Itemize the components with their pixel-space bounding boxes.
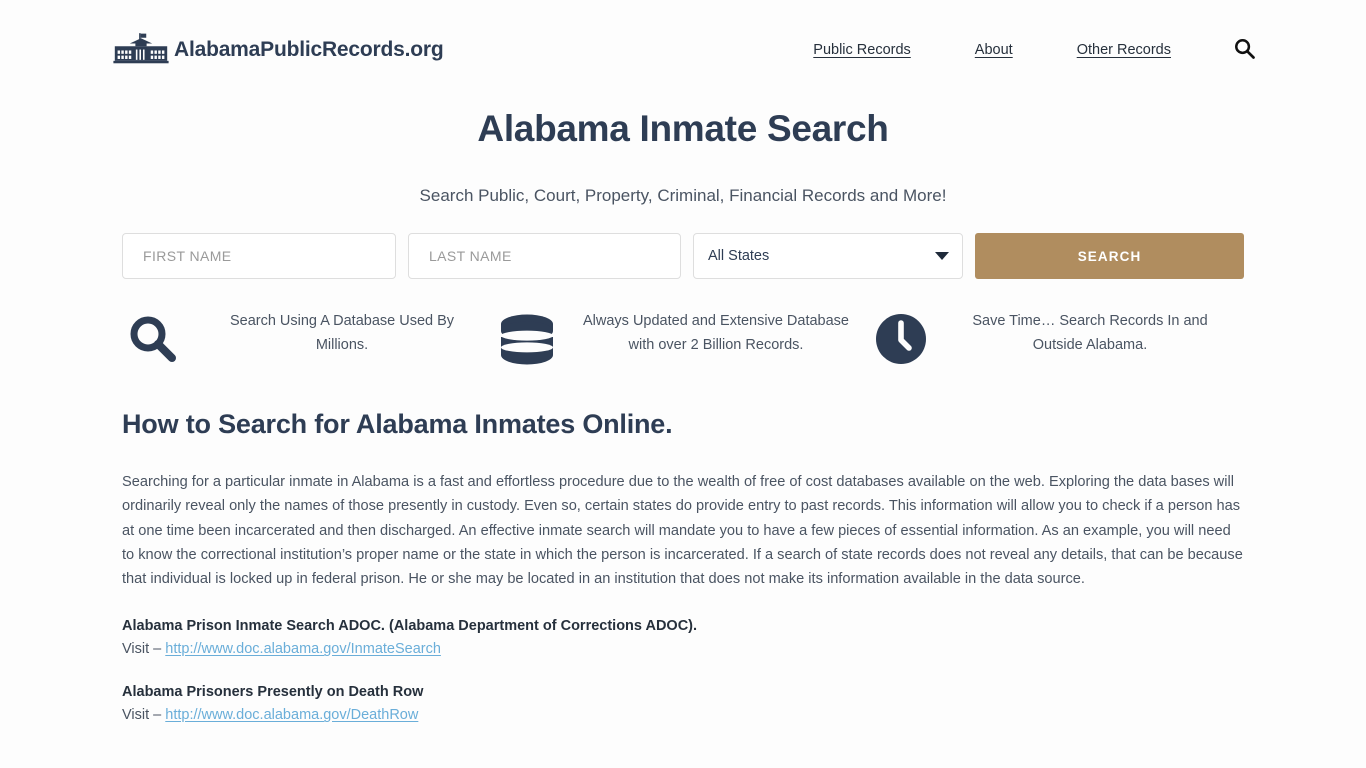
database-icon: [496, 309, 558, 367]
state-select-wrapper: All States: [693, 233, 963, 279]
resource-line: Visit – http://www.doc.alabama.gov/Death…: [122, 707, 1244, 723]
main-navigation: Public Records About Other Records: [781, 37, 1256, 63]
feature-item: Search Using A Database Used By Millions…: [122, 309, 496, 367]
site-logo[interactable]: AlabamaPublicRecords.org: [112, 31, 444, 69]
resource-title: Alabama Prisoners Presently on Death Row: [122, 684, 424, 701]
feature-text: Always Updated and Extensive Database wi…: [583, 313, 849, 353]
feature-text: Search Using A Database Used By Millions…: [229, 313, 455, 353]
nav-item-public-records[interactable]: Public Records: [781, 42, 943, 58]
site-logo-text: AlabamaPublicRecords.org: [174, 38, 444, 61]
page-subtitle: Search Public, Court, Property, Criminal…: [419, 186, 947, 205]
header-search-toggle[interactable]: [1233, 37, 1256, 63]
nav-item-other-records[interactable]: Other Records: [1045, 42, 1203, 58]
feature-text: Save Time… Search Records In and Outside…: [972, 313, 1208, 353]
capitol-building-icon: [112, 31, 170, 69]
site-header: AlabamaPublicRecords.org Public Records …: [0, 0, 1366, 100]
resource-item: Alabama Prisoners Presently on Death Row…: [122, 684, 1244, 723]
page-title: Alabama Inmate Search: [477, 108, 889, 149]
article-section: How to Search for Alabama Inmates Online…: [122, 409, 1244, 723]
nav-item-about[interactable]: About: [943, 42, 1045, 58]
visit-label: Visit –: [122, 641, 162, 658]
feature-highlights: Search Using A Database Used By Millions…: [122, 309, 1244, 367]
last-name-input[interactable]: [408, 233, 681, 279]
search-icon: [1233, 37, 1256, 63]
search-submit-button[interactable]: SEARCH: [975, 233, 1244, 279]
resource-link[interactable]: http://www.doc.alabama.gov/DeathRow: [165, 707, 418, 723]
section-heading: How to Search for Alabama Inmates Online…: [122, 409, 673, 439]
feature-item: Save Time… Search Records In and Outside…: [870, 309, 1244, 367]
hero-section: Alabama Inmate Search Search Public, Cou…: [0, 100, 1366, 279]
feature-item: Always Updated and Extensive Database wi…: [496, 309, 870, 367]
search-icon: [122, 309, 184, 365]
resource-link[interactable]: http://www.doc.alabama.gov/InmateSearch: [165, 641, 441, 657]
first-name-input[interactable]: [122, 233, 396, 279]
resource-line: Visit – http://www.doc.alabama.gov/Inmat…: [122, 641, 1244, 657]
records-search-form: All States SEARCH: [122, 233, 1244, 279]
resource-title: Alabama Prison Inmate Search ADOC. (Alab…: [122, 618, 698, 635]
clock-icon: [870, 309, 932, 365]
resource-item: Alabama Prison Inmate Search ADOC. (Alab…: [122, 618, 1244, 657]
state-select[interactable]: All States: [693, 233, 963, 279]
visit-label: Visit –: [122, 707, 162, 724]
article-paragraph: Searching for a particular inmate in Ala…: [122, 474, 1243, 588]
